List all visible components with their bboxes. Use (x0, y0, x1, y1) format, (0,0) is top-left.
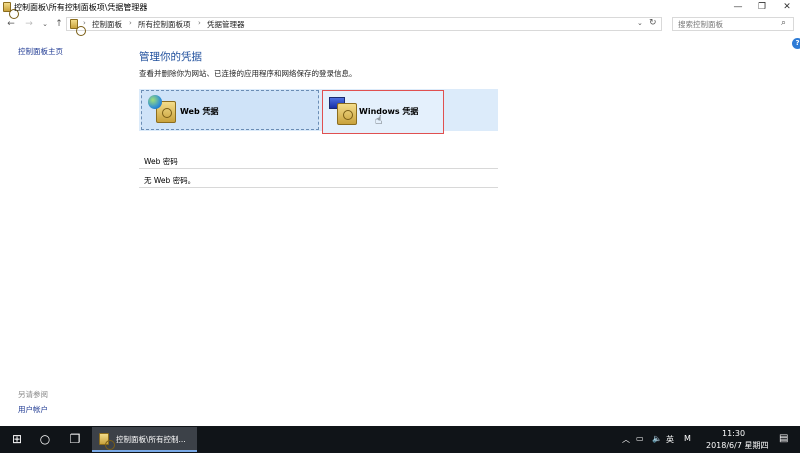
windows-credentials-label: Windows 凭据 (359, 107, 419, 116)
breadcrumb-separator-icon: › (129, 19, 132, 27)
task-view-button[interactable]: ❐ (60, 426, 90, 453)
no-web-passwords-text: 无 Web 密码。 (144, 176, 196, 185)
chevron-down-icon: ⌄ (42, 20, 48, 28)
navigation-bar: ← → ⌄ ↑ › 控制面板 › 所有控制面板项 › 凭据管理器 ⌄ ↻ 搜索控… (0, 15, 800, 36)
cortana-button[interactable]: ○ (30, 426, 60, 453)
ime-language-indicator[interactable]: 英 (666, 434, 674, 445)
clock-time[interactable]: 11:30 (722, 429, 745, 438)
minimize-icon: — (733, 2, 743, 12)
action-center-icon[interactable]: ▤ (779, 433, 788, 444)
search-input[interactable]: 搜索控制面板 (678, 19, 723, 30)
restore-button[interactable]: ❐ (750, 0, 774, 14)
task-view-icon: ❐ (69, 432, 81, 446)
search-box[interactable]: 搜索控制面板 ⌕ (672, 17, 794, 31)
forward-button[interactable]: → (22, 17, 36, 31)
clock-date[interactable]: 2018/6/7 星期四 (706, 440, 768, 451)
folder-icon (70, 19, 86, 36)
breadcrumb-separator-icon: › (83, 19, 86, 27)
title-bar: 控制面板\所有控制面板项\凭据管理器 — ❐ ✕ (0, 0, 800, 19)
page-title: 管理你的凭据 (139, 51, 202, 63)
volume-icon[interactable]: 🔈 (652, 434, 662, 443)
web-credentials-button[interactable]: Web 凭据 (141, 90, 319, 130)
divider (139, 187, 498, 188)
up-arrow-icon: ↑ (55, 19, 63, 29)
window-title: 控制面板\所有控制面板项\凭据管理器 (14, 3, 148, 12)
up-button[interactable]: ↑ (52, 17, 66, 31)
windows-logo-icon: ⊞ (11, 432, 23, 446)
restore-icon: ❐ (757, 2, 767, 12)
address-bar[interactable]: › 控制面板 › 所有控制面板项 › 凭据管理器 ⌄ ↻ (66, 17, 662, 36)
globe-icon (148, 95, 162, 109)
hidden-icons-chevron-icon[interactable]: ︿ (622, 434, 630, 445)
close-button[interactable]: ✕ (775, 0, 799, 14)
close-icon: ✕ (783, 2, 791, 12)
network-icon[interactable]: ▭ (636, 434, 644, 443)
help-icon[interactable]: ? (792, 38, 800, 49)
page-description: 查看并删除你为网站、已连接的应用程序和网络保存的登录信息。 (139, 69, 357, 78)
sidebar-link-control-panel-home[interactable]: 控制面板主页 (18, 46, 63, 57)
divider (139, 168, 498, 169)
windows-credentials-button[interactable]: Windows 凭据 ☝ (322, 90, 444, 134)
refresh-icon[interactable]: ↻ (649, 18, 657, 28)
address-dropdown-icon[interactable]: ⌄ (637, 19, 643, 27)
sidebar-see-also-heading: 另请参阅 (18, 390, 48, 399)
back-arrow-icon: ← (7, 19, 15, 29)
breadcrumb-credential-manager[interactable]: 凭据管理器 (207, 19, 245, 30)
recent-locations-button[interactable]: ⌄ (38, 17, 52, 31)
vault-icon (337, 103, 357, 125)
breadcrumb-control-panel[interactable]: 控制面板 (92, 19, 122, 30)
start-button[interactable]: ⊞ (2, 426, 32, 453)
taskbar: ⊞ ○ ❐ 控制面板\所有控制... ︿ ▭ 🔈 英 M 11:30 2018/… (0, 426, 800, 453)
hand-pointer-icon: ☝ (375, 113, 383, 127)
taskbar-item-control-panel[interactable]: 控制面板\所有控制... (92, 427, 197, 452)
web-passwords-heading: Web 密码 (144, 157, 178, 166)
ime-mode-indicator[interactable]: M (684, 434, 691, 443)
search-circle-icon: ○ (39, 432, 51, 446)
web-credentials-label: Web 凭据 (180, 107, 219, 116)
sidebar-link-user-accounts[interactable]: 用户帐户 (18, 404, 48, 415)
back-button[interactable]: ← (4, 17, 18, 31)
forward-arrow-icon: → (25, 19, 33, 29)
credential-manager-icon (99, 433, 115, 450)
credential-manager-icon (3, 2, 19, 19)
minimize-button[interactable]: — (726, 0, 750, 14)
search-icon: ⌕ (781, 18, 787, 28)
breadcrumb-separator-icon: › (198, 19, 201, 27)
taskbar-item-label: 控制面板\所有控制... (116, 435, 186, 444)
breadcrumb-all-items[interactable]: 所有控制面板项 (138, 19, 191, 30)
